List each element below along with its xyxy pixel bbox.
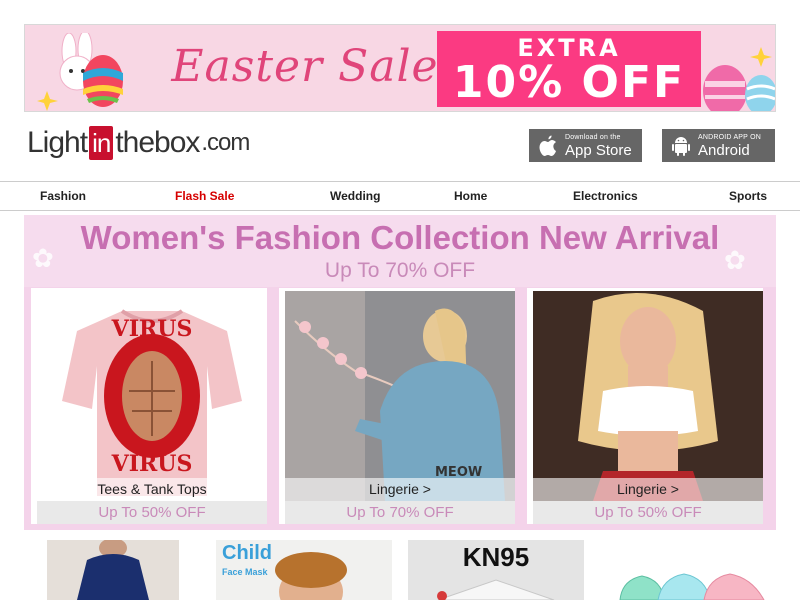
nav-item-sports[interactable]: Sports [729,182,767,210]
tee-product-image: VIRUS VIRUS [37,291,267,501]
app-store-button[interactable]: Download on the App Store [529,129,642,162]
nav-item-fashion[interactable]: Fashion [40,182,86,210]
colored-masks-image [619,573,765,600]
logo-thebox-text: thebox [115,126,200,159]
colored-mask-tile[interactable] [612,540,772,600]
dress-product-image [77,540,149,600]
android-small-text: ANDROID APP ON [698,133,761,141]
child-mask-sub: Face Mask [222,567,268,577]
card-price-lingerie-2: Up To 50% OFF [533,501,763,524]
app-store-label: App Store [565,141,632,159]
app-store-small-text: Download on the [565,133,621,141]
product-card-lingerie-1[interactable]: MEOW Lingerie > Up To 70% OFF [279,288,515,524]
product-card-lingerie-2[interactable]: Lingerie > Up To 50% OFF [527,288,763,524]
nav-item-flash-sale[interactable]: Flash Sale [175,182,234,210]
card-label-lingerie-1[interactable]: Lingerie > [285,478,515,501]
card-label-tees[interactable]: Tees & Tank Tops [37,478,267,501]
android-label: Android [698,141,750,159]
nav-item-wedding[interactable]: Wedding [330,182,380,210]
android-app-button[interactable]: ANDROID APP ON Android [662,129,775,162]
logo-light-text: Light [27,126,88,159]
logo-in-box: in [89,126,114,160]
womens-fashion-title: Women's Fashion Collection New Arrival [80,219,720,256]
easter-bunny-image [37,33,123,111]
svg-text:VIRUS: VIRUS [111,316,193,342]
dress-product-tile[interactable] [47,540,179,600]
extra-discount-box: EXTRA 10% OFF [437,31,701,107]
lightinthebox-logo[interactable]: Light in thebox .com [27,124,250,162]
card-price-tees: Up To 50% OFF [37,501,267,524]
svg-text:VIRUS: VIRUS [111,451,193,477]
nav-item-home[interactable]: Home [454,182,487,210]
hoodie-product-image: MEOW [285,291,515,501]
apple-icon [535,133,561,159]
extra-percent-off: 10% OFF [452,57,686,108]
kn95-mask-tile[interactable]: KN95 [408,540,584,600]
nav-item-electronics[interactable]: Electronics [573,182,638,210]
easter-eggs-image [703,47,775,111]
easter-sale-banner[interactable]: Easter Sale EXTRA 10% OFF [24,24,776,112]
kn95-product-image [437,579,555,600]
category-nav: Fashion Flash Sale Wedding Home Electron… [0,181,800,211]
card-label-lingerie-2[interactable]: Lingerie > [533,478,763,501]
logo-com-text: .com [201,129,250,156]
android-icon [668,133,694,159]
child-face-mask-tile[interactable]: Child Face Mask [216,540,392,600]
lingerie-product-image [533,291,763,501]
product-card-tees[interactable]: VIRUS VIRUS Tees & Tank Tops Up To 50% O… [31,288,267,524]
womens-fashion-section: ✿ ✿ Women's Fashion Collection New Arriv… [24,215,776,530]
child-mask-label: Child [222,542,272,564]
easter-sale-title: Easter Sale [171,41,439,92]
womens-fashion-subtitle: Up To 70% OFF [324,259,476,282]
card-price-lingerie-1: Up To 70% OFF [285,501,515,524]
womens-fashion-banner[interactable]: ✿ ✿ Women's Fashion Collection New Arriv… [24,215,776,287]
